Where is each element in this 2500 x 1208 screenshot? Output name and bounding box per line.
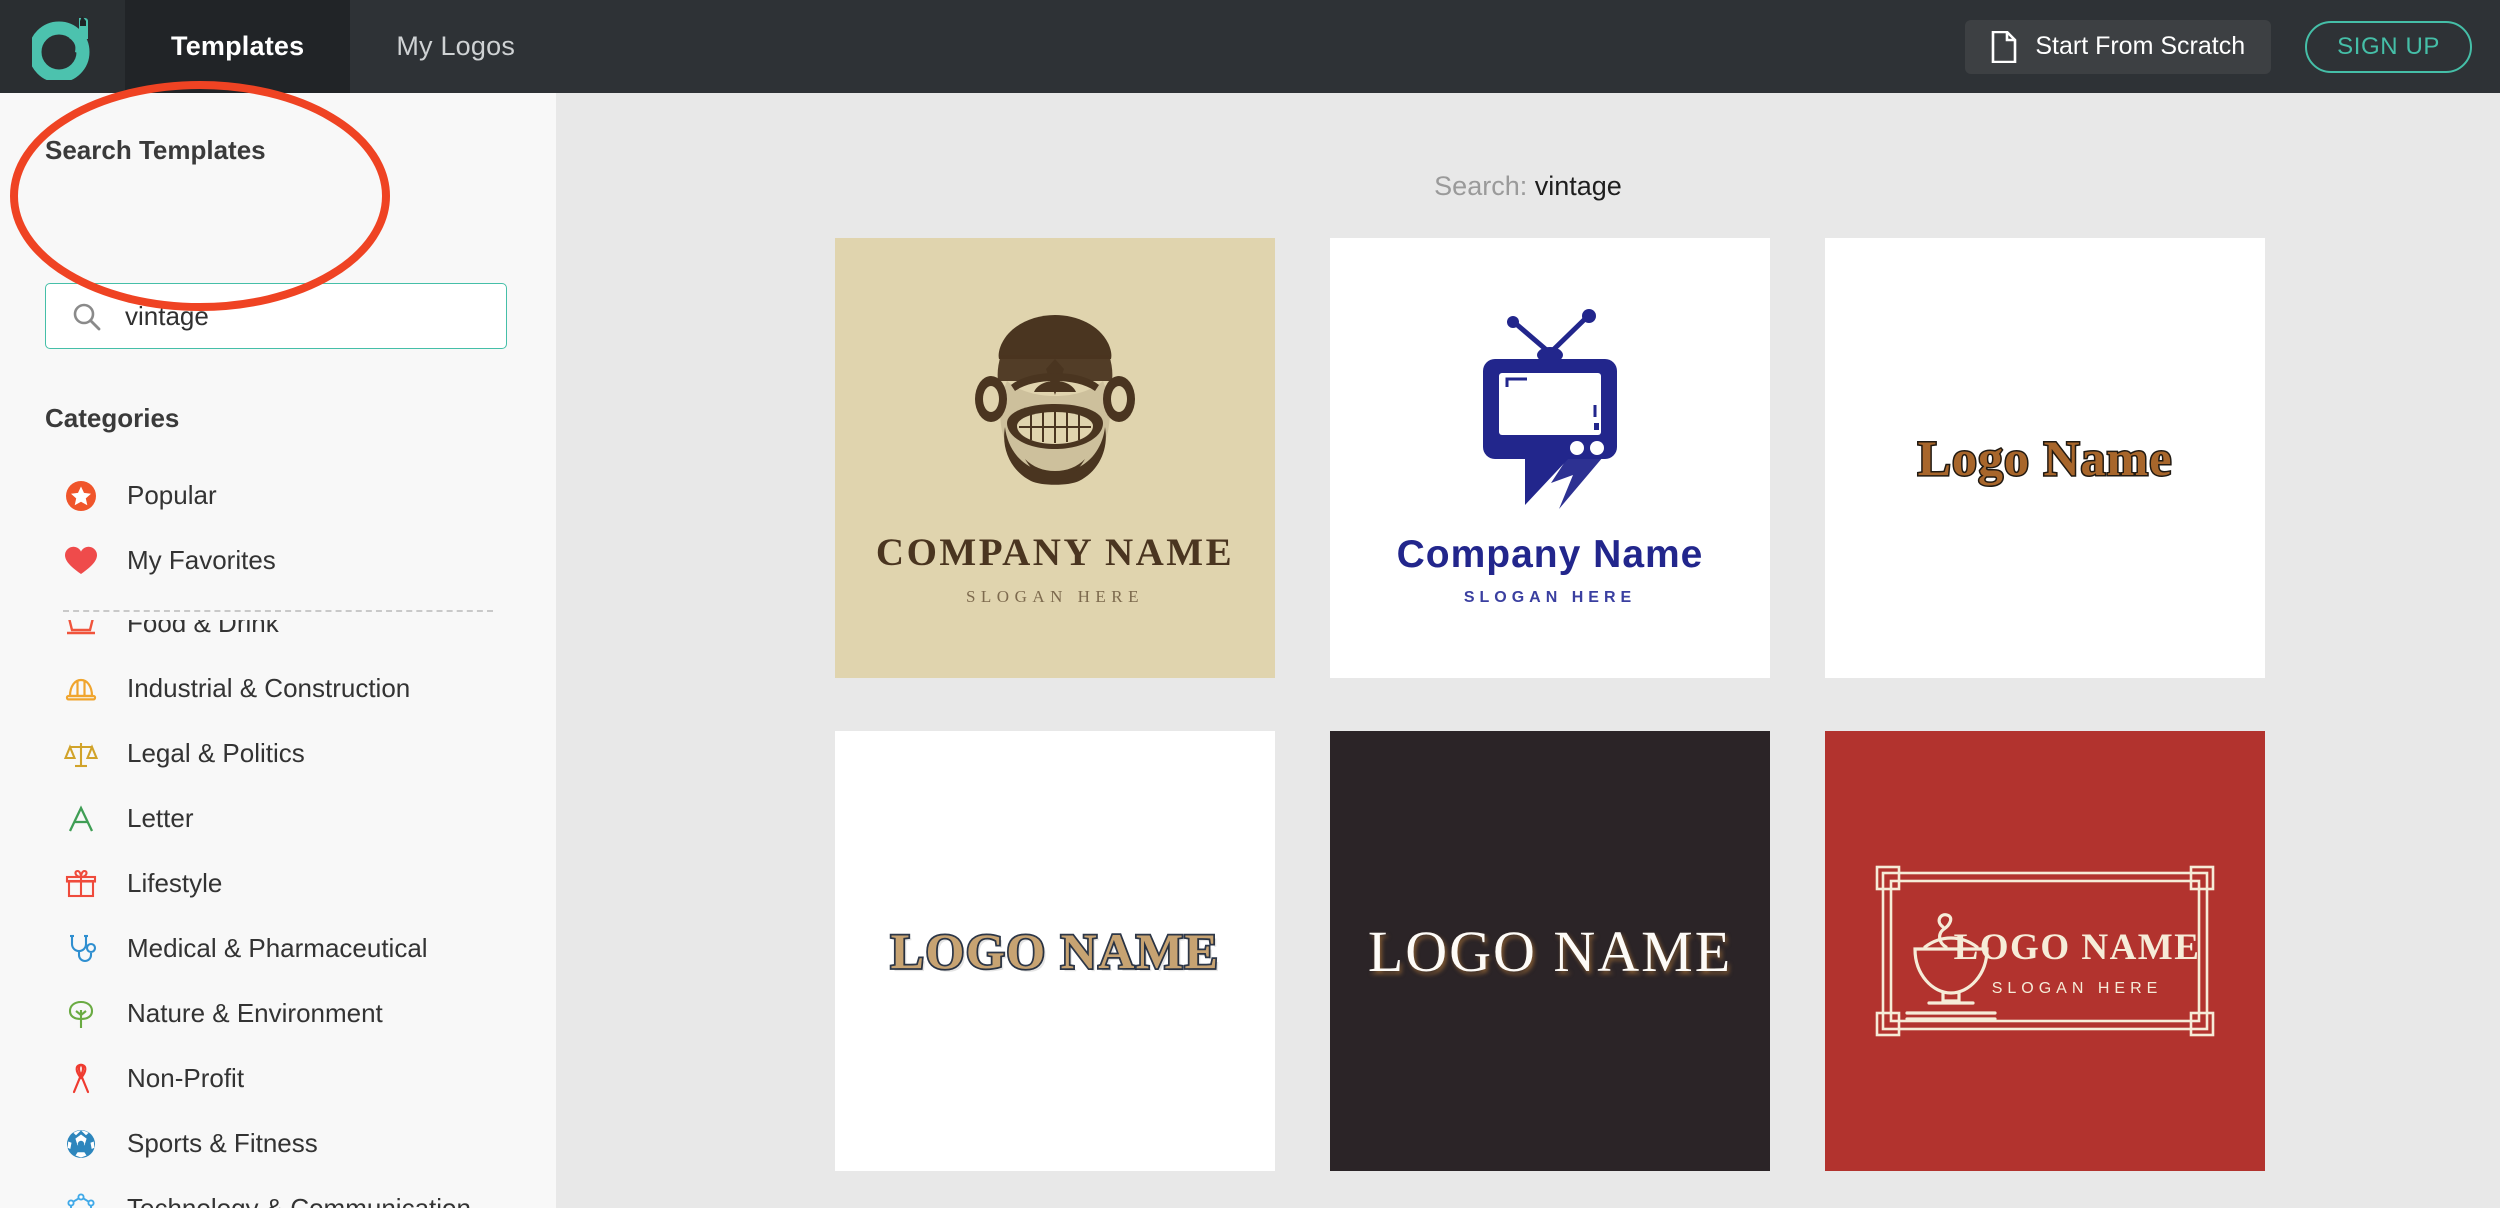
template-card-monkey-slogan: SLOGAN HERE bbox=[965, 587, 1145, 606]
sidebar-item-my-favorites[interactable]: My Favorites bbox=[0, 528, 556, 593]
template-card-elegant-logo-name-title: LOGO NAME bbox=[1367, 918, 1733, 984]
template-card-rice-bowl[interactable]: LOGO NAME SLOGAN HERE LOGO NAME SLOGAN H… bbox=[1825, 731, 2265, 1171]
search-templates-heading: Search Templates bbox=[45, 135, 266, 165]
sidebar-item-lifestyle-label: Lifestyle bbox=[127, 868, 223, 898]
category-divider bbox=[63, 610, 493, 612]
sidebar-item-legal-politics-label: Legal & Politics bbox=[127, 738, 305, 768]
sidebar-item-popular[interactable]: Popular bbox=[0, 463, 556, 528]
letter-a-icon bbox=[68, 804, 94, 831]
stethoscope-icon bbox=[70, 934, 97, 962]
tab-my-logos[interactable]: My Logos bbox=[350, 0, 561, 93]
sidebar-item-nature-environment-label: Nature & Environment bbox=[127, 998, 383, 1028]
template-grid: COMPANY NAME SLOGAN HERE Company Name SL… bbox=[835, 238, 2265, 1171]
app-logo[interactable] bbox=[0, 0, 125, 93]
search-result-heading: Search: vintage bbox=[556, 171, 2500, 202]
sidebar-item-industrial-construction[interactable]: Industrial & Construction bbox=[0, 656, 556, 721]
template-card-western-logo-name[interactable]: LOGO NAME bbox=[835, 731, 1275, 1171]
template-card-monkey-title: COMPANY NAME bbox=[875, 531, 1235, 574]
sidebar-item-lifestyle[interactable]: Lifestyle bbox=[0, 851, 556, 916]
soccer-ball-icon bbox=[67, 1129, 95, 1158]
sidebar: Search Templates vintage Categories Popu… bbox=[0, 93, 556, 1208]
star-circle-icon bbox=[66, 480, 96, 511]
document-icon bbox=[1992, 30, 2017, 63]
template-card-copper-logo-name[interactable]: Logo Name bbox=[1825, 238, 2265, 678]
sidebar-item-my-favorites-label: My Favorites bbox=[127, 545, 276, 575]
template-card-elegant-logo-name[interactable]: LOGO NAME bbox=[1330, 731, 1770, 1171]
tab-templates-label: Templates bbox=[171, 31, 305, 61]
sidebar-item-industrial-construction-label: Industrial & Construction bbox=[127, 673, 411, 703]
sidebar-item-letter-label: Letter bbox=[127, 803, 194, 833]
food-tray-icon bbox=[67, 620, 95, 634]
sidebar-item-sports-fitness-label: Sports & Fitness bbox=[127, 1128, 318, 1158]
top-navigation-bar: Templates My Logos Start From Scratch SI… bbox=[0, 0, 2500, 93]
tree-icon bbox=[68, 1000, 94, 1028]
search-templates-input[interactable]: vintage bbox=[45, 283, 507, 349]
sidebar-item-food-and-drink-clipped: Food & Drink bbox=[0, 620, 556, 656]
diamond-logo-icon bbox=[31, 15, 89, 80]
sign-up-label: SIGN UP bbox=[2337, 32, 2440, 60]
search-result-label: Search: bbox=[1434, 171, 1528, 201]
monkey-face-icon bbox=[975, 315, 1135, 485]
template-card-monkey[interactable]: COMPANY NAME SLOGAN HERE bbox=[835, 238, 1275, 678]
search-result-query: vintage bbox=[1534, 171, 1622, 201]
rice-bowl-chopsticks-icon: LOGO NAME SLOGAN HERE bbox=[1875, 865, 2215, 1037]
network-hexagon-icon bbox=[67, 1192, 95, 1208]
gift-icon bbox=[65, 869, 97, 897]
scales-icon bbox=[63, 742, 99, 767]
heart-icon bbox=[65, 546, 97, 574]
category-list: Popular My Favorites Food & Drink Indust… bbox=[0, 463, 556, 1208]
sidebar-item-non-profit[interactable]: Non-Profit bbox=[0, 1046, 556, 1111]
sidebar-item-technology-communication[interactable]: Technology & Communication bbox=[0, 1176, 556, 1208]
template-card-retro-tv-slogan: SLOGAN HERE bbox=[1463, 589, 1637, 606]
tab-templates[interactable]: Templates bbox=[125, 0, 351, 93]
search-input-value: vintage bbox=[125, 300, 209, 331]
template-card-rice-bowl-title-text: LOGO NAME bbox=[1954, 927, 2201, 968]
sidebar-item-food-and-drink-label: Food & Drink bbox=[127, 620, 279, 638]
sidebar-item-legal-politics[interactable]: Legal & Politics bbox=[0, 721, 556, 786]
start-from-scratch-label: Start From Scratch bbox=[2035, 32, 2246, 60]
template-card-western-logo-name-title: LOGO NAME bbox=[889, 921, 1220, 981]
sidebar-item-medical-pharmaceutical[interactable]: Medical & Pharmaceutical bbox=[0, 916, 556, 981]
awareness-ribbon-icon bbox=[72, 1063, 90, 1093]
sidebar-item-letter[interactable]: Letter bbox=[0, 786, 556, 851]
retro-tv-lightning-icon bbox=[1483, 309, 1617, 509]
categories-heading: Categories bbox=[45, 403, 180, 433]
main-content: Search: vintage COMPANY NAME SLOGAN HERE… bbox=[556, 93, 2500, 1208]
template-card-retro-tv-title: Company Name bbox=[1396, 533, 1704, 576]
sidebar-item-sports-fitness[interactable]: Sports & Fitness bbox=[0, 1111, 556, 1176]
sidebar-item-medical-pharmaceutical-label: Medical & Pharmaceutical bbox=[127, 933, 428, 963]
sidebar-item-food-and-drink[interactable]: Food & Drink bbox=[0, 620, 556, 656]
template-card-copper-logo-name-title: Logo Name bbox=[1916, 429, 2173, 488]
template-card-retro-tv[interactable]: Company Name SLOGAN HERE bbox=[1330, 238, 1770, 678]
hard-hat-icon bbox=[65, 678, 97, 701]
start-from-scratch-button[interactable]: Start From Scratch bbox=[1965, 19, 2272, 74]
sidebar-item-popular-label: Popular bbox=[127, 480, 217, 510]
sidebar-item-nature-environment[interactable]: Nature & Environment bbox=[0, 981, 556, 1046]
tab-my-logos-label: My Logos bbox=[396, 31, 516, 61]
sign-up-button[interactable]: SIGN UP bbox=[2305, 20, 2472, 73]
template-card-rice-bowl-slogan-text: SLOGAN HERE bbox=[1992, 980, 2163, 997]
sidebar-item-non-profit-label: Non-Profit bbox=[127, 1063, 245, 1093]
sidebar-item-technology-communication-label: Technology & Communication bbox=[127, 1193, 471, 1208]
search-icon bbox=[73, 303, 101, 330]
